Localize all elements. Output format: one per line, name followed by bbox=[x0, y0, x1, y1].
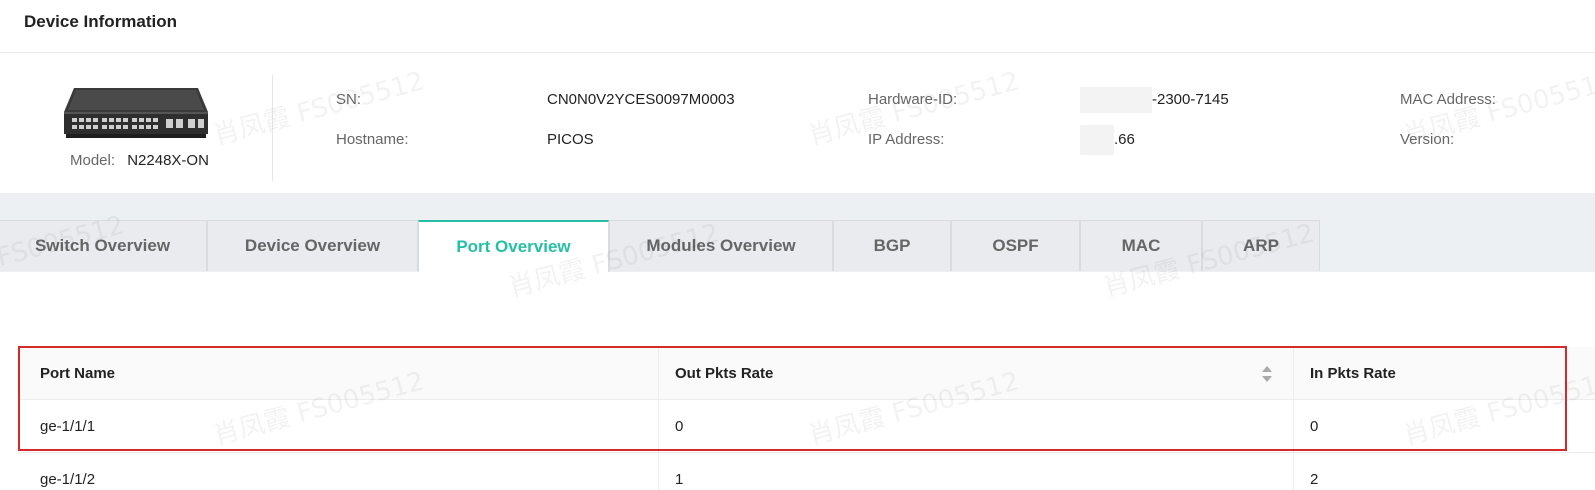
header: Device Information bbox=[0, 0, 1595, 53]
out-pkts-rate-cell: 1 bbox=[675, 470, 684, 488]
column-header-out-pkts-rate[interactable]: Out Pkts Rate bbox=[658, 347, 1293, 399]
tab-arp[interactable]: ARP bbox=[1202, 220, 1320, 271]
version-label: Version: bbox=[1400, 131, 1455, 148]
table-header-row: Port Name Out Pkts Rate In Pkts Rate bbox=[18, 347, 1595, 400]
hostname-value: PICOS bbox=[547, 131, 594, 148]
column-header-port-name[interactable]: Port Name bbox=[18, 347, 658, 399]
tab-port-overview[interactable]: Port Overview bbox=[418, 220, 609, 272]
tab-device-overview[interactable]: Device Overview bbox=[207, 220, 418, 271]
port-name-cell: ge-1/1/1 bbox=[40, 417, 96, 435]
sn-label: SN: bbox=[336, 91, 362, 108]
device-info-panel: Model: N2248X-ON SN: CN0N0V2YCES0097M000… bbox=[0, 53, 1595, 193]
hostname-label: Hostname: bbox=[336, 131, 409, 148]
tab-bar: Switch Overview Device Overview Port Ove… bbox=[0, 193, 1595, 272]
page: Device Information Model: N2248X-ON SN: … bbox=[0, 0, 1595, 490]
tab-switch-overview[interactable]: Switch Overview bbox=[0, 220, 207, 271]
model-value: N2248X-ON bbox=[127, 152, 209, 169]
ip-address-label: IP Address: bbox=[868, 131, 945, 148]
tab-bgp[interactable]: BGP bbox=[833, 220, 951, 271]
tab-modules-overview[interactable]: Modules Overview bbox=[609, 220, 833, 271]
switch-device-image bbox=[64, 88, 208, 138]
hardware-id-label: Hardware-ID: bbox=[868, 91, 958, 108]
divider bbox=[272, 75, 273, 181]
sn-value: CN0N0V2YCES0097M0003 bbox=[547, 91, 735, 108]
tab-ospf[interactable]: OSPF bbox=[951, 220, 1080, 271]
redacted-block bbox=[1080, 125, 1114, 155]
model-label: Model: bbox=[70, 152, 116, 169]
in-pkts-rate-cell: 0 bbox=[1310, 417, 1319, 435]
model-line: Model: N2248X-ON bbox=[70, 152, 209, 169]
column-header-in-pkts-rate[interactable]: In Pkts Rate bbox=[1293, 347, 1573, 399]
mac-address-label: MAC Address: bbox=[1400, 91, 1496, 108]
port-table: Port Name Out Pkts Rate In Pkts Rate ge-… bbox=[18, 347, 1595, 490]
in-pkts-rate-cell: 2 bbox=[1310, 470, 1319, 488]
hardware-id-value: -2300-7145 bbox=[1152, 91, 1229, 108]
redacted-block bbox=[1080, 87, 1152, 113]
table-row[interactable]: ge-1/1/2 1 2 bbox=[18, 453, 1595, 490]
port-name-cell: ge-1/1/2 bbox=[40, 470, 96, 488]
tab-mac[interactable]: MAC bbox=[1080, 220, 1202, 271]
table-row[interactable]: ge-1/1/1 0 0 bbox=[18, 400, 1595, 453]
page-title: Device Information bbox=[24, 12, 178, 31]
ip-address-value: .66 bbox=[1114, 131, 1135, 148]
out-pkts-rate-cell: 0 bbox=[675, 417, 684, 435]
sort-icon[interactable] bbox=[1261, 364, 1273, 384]
